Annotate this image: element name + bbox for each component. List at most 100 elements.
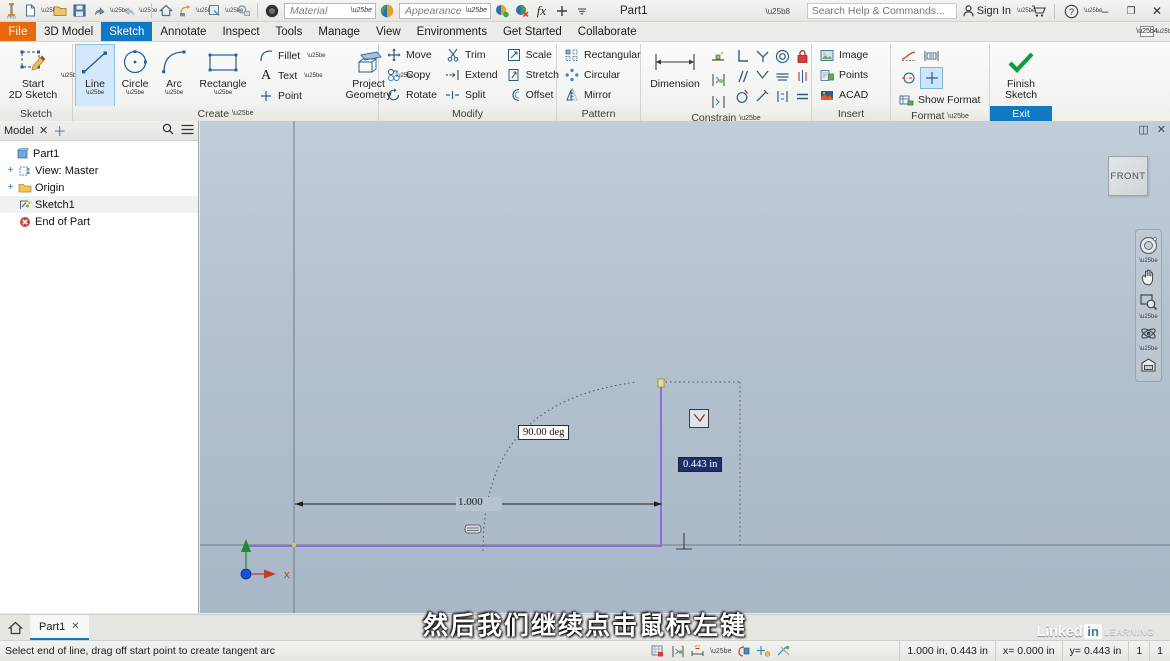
new-document-dropdown-caret[interactable]: \u25be (41, 8, 59, 14)
move-button[interactable]: Move (382, 45, 441, 65)
hide-constraints-button[interactable] (708, 91, 729, 112)
parallel-constraint-button[interactable] (733, 67, 752, 86)
fix-constraint-button[interactable] (793, 47, 812, 66)
parameters-fx-icon[interactable]: fx (532, 1, 551, 20)
create-panel-caret-icon[interactable]: \u25be (232, 110, 253, 117)
adjust-appearance-icon[interactable] (492, 1, 511, 20)
arc-tool-button[interactable]: Arc \u25be (156, 45, 192, 106)
home-tab-button[interactable] (0, 615, 30, 640)
add-browser-tab-icon[interactable]: ＋ (53, 121, 66, 140)
tangent-constraint-button[interactable] (753, 67, 772, 86)
rectangle-tool-button[interactable]: Rectangle \u25be (192, 45, 254, 106)
dimension-button[interactable]: Dimension (644, 45, 706, 90)
redo-dropdown-caret[interactable]: \u25be (139, 8, 157, 14)
angle-dimension-label[interactable]: 90.00 deg (518, 425, 570, 440)
save-document-button[interactable] (70, 1, 89, 20)
material-sphere-icon[interactable] (262, 1, 281, 20)
trim-button[interactable]: Trim (441, 45, 502, 65)
return-dropdown-caret[interactable]: \u25be (196, 8, 214, 14)
tab-annotate[interactable]: Annotate (152, 22, 214, 41)
vertical-constraint-button[interactable] (773, 87, 792, 106)
rectangular-pattern-button[interactable]: Rectangular (560, 45, 645, 65)
search-input[interactable] (806, 3, 957, 19)
coincident-constraint-button[interactable] (733, 47, 752, 66)
circular-pattern-button[interactable]: Circular (560, 65, 645, 85)
grid-snap-icon[interactable] (650, 644, 665, 659)
scale-button[interactable]: Scale (502, 45, 563, 65)
appearance-sphere-icon[interactable] (377, 1, 396, 20)
offset-button[interactable]: Offset (502, 85, 563, 105)
return-button[interactable] (176, 1, 195, 20)
tree-node-sketch1[interactable]: Sketch1 (0, 196, 198, 213)
show-format-button[interactable]: Show Format (894, 90, 984, 110)
select-mode-button[interactable] (234, 1, 253, 20)
customize-qat-plus-icon[interactable] (552, 1, 571, 20)
tree-expander[interactable]: + (6, 166, 15, 176)
dimension-display-icon[interactable] (690, 644, 705, 659)
circle-tool-button[interactable]: Circle \u25be (114, 45, 156, 106)
equal-constraint-button[interactable] (793, 87, 812, 106)
redo-button[interactable] (119, 1, 138, 20)
open-document-button[interactable] (50, 1, 69, 20)
text-button[interactable]: A Text \u25be (254, 66, 330, 86)
horizontal-dimension-text[interactable]: 1.000 (458, 496, 483, 508)
acad-button[interactable]: ACAD (815, 85, 872, 105)
fillet-caret-icon[interactable]: \u25be (307, 53, 325, 59)
line-caret-icon[interactable]: \u25be (86, 90, 104, 96)
search-expand-caret-icon[interactable]: \u25b8 (766, 7, 790, 16)
close-window-button[interactable]: ✕ (1144, 0, 1170, 22)
tree-node-origin[interactable]: + Origin (0, 179, 198, 196)
close-icon[interactable]: ✕ (71, 621, 79, 632)
tab-collaborate[interactable]: Collaborate (570, 22, 645, 41)
home-view-button[interactable] (156, 1, 175, 20)
new-document-button[interactable] (21, 1, 40, 20)
finish-sketch-button[interactable]: Finish Sketch (996, 45, 1046, 101)
exit-panel-label[interactable]: Exit (990, 106, 1052, 121)
driven-dimension-button[interactable] (921, 46, 942, 66)
minimize-button[interactable]: – (1092, 0, 1118, 22)
tab-tools[interactable]: Tools (268, 22, 311, 41)
undo-button[interactable] (90, 1, 109, 20)
concentric-constraint-button[interactable] (773, 47, 792, 66)
start-2d-sketch-button[interactable]: Start 2D Sketch (3, 45, 63, 101)
copy-button[interactable]: Copy (382, 65, 441, 85)
perpendicular-constraint-button[interactable] (733, 87, 752, 106)
tree-node-view-master[interactable]: + View: Master (0, 162, 198, 179)
tab-get-started[interactable]: Get Started (495, 22, 570, 41)
update-dropdown-caret[interactable]: \u25be (225, 8, 243, 14)
stretch-button[interactable]: Stretch (502, 65, 563, 85)
undo-dropdown-caret[interactable]: \u25be (110, 8, 128, 14)
cart-icon[interactable] (1025, 0, 1051, 22)
tab-manage[interactable]: Manage (310, 22, 368, 41)
collinear-constraint-button[interactable] (753, 47, 772, 66)
restore-panel-icon[interactable]: ◫ (1138, 123, 1148, 136)
sign-in-button[interactable]: Sign In (957, 5, 1017, 17)
symmetric-constraint-button[interactable] (793, 67, 812, 86)
material-combobox[interactable]: Material \u25be (284, 2, 376, 19)
format-panel-caret-icon[interactable]: \u25be (947, 113, 968, 120)
text-caret-icon[interactable]: \u25be (304, 73, 322, 79)
points-button[interactable]: Points (815, 65, 872, 85)
clear-appearance-icon[interactable] (512, 1, 531, 20)
arc-caret-icon[interactable]: \u25be (165, 90, 183, 96)
length-dimension-input[interactable]: 0.443 in (678, 457, 723, 472)
help-caret-icon[interactable]: \u25be (1084, 8, 1102, 14)
ribbon-minimize-icon[interactable]: \u25b4 (1136, 26, 1158, 37)
image-button[interactable]: Image (815, 45, 872, 65)
tab-environments[interactable]: Environments (409, 22, 495, 41)
tree-node-end-of-part[interactable]: End of Part (0, 213, 198, 230)
graphics-canvas[interactable]: ◫ ✕ FRONT \u25be \u25be \u25be x 1.000 9… (200, 121, 1170, 613)
hamburger-menu-icon[interactable] (181, 124, 194, 138)
snap-to-grid-icon[interactable] (736, 644, 751, 659)
horizontal-constraint-button[interactable] (753, 87, 772, 106)
search-icon[interactable] (162, 123, 174, 138)
help-icon[interactable]: ? (1058, 0, 1084, 22)
tab-3d-model[interactable]: 3D Model (36, 22, 101, 41)
centerline-button[interactable] (898, 68, 919, 88)
close-browser-icon[interactable]: ✕ (39, 124, 48, 137)
qat-overflow-icon[interactable] (572, 1, 591, 20)
tab-sketch[interactable]: Sketch (101, 22, 153, 41)
tree-expander[interactable]: + (6, 183, 15, 193)
tab-view[interactable]: View (368, 22, 409, 41)
update-button[interactable] (205, 1, 224, 20)
